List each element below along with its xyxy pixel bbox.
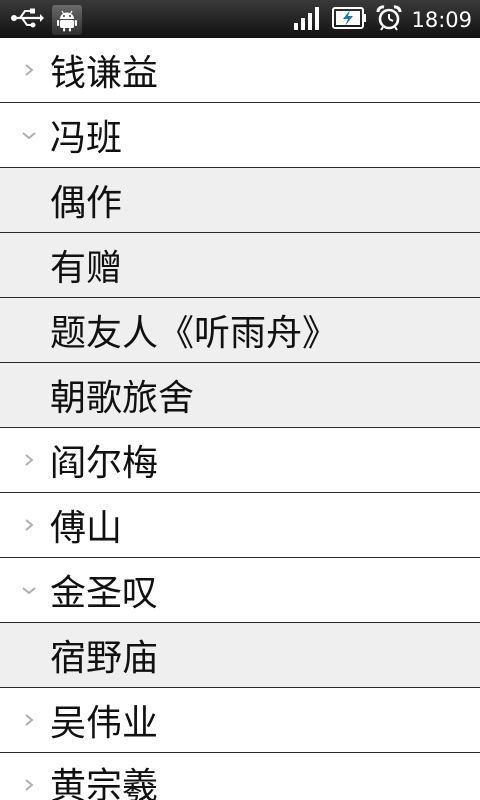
list-group-row[interactable]: 金圣叹 xyxy=(0,558,480,623)
list-child-label: 宿野庙 xyxy=(50,638,159,679)
chevron-down-icon xyxy=(20,580,38,600)
battery-charging-icon xyxy=(331,4,367,36)
status-time: 18:09 xyxy=(411,8,472,32)
list-group-label: 金圣叹 xyxy=(50,573,159,614)
list-group-label: 冯班 xyxy=(50,118,123,159)
list-group-label: 黄宗羲 xyxy=(50,766,159,800)
list-child-row[interactable]: 宿野庙 xyxy=(0,623,480,688)
chevron-right-icon xyxy=(20,775,38,795)
chevron-right-icon xyxy=(20,450,38,470)
chevron-right-icon xyxy=(20,60,38,80)
chevron-right-icon xyxy=(20,710,38,730)
list-child-label: 有赠 xyxy=(50,248,123,289)
list-group-label: 钱谦益 xyxy=(50,53,159,94)
list-child-label: 偶作 xyxy=(50,183,123,224)
android-debug-icon xyxy=(52,5,82,35)
list-group-label: 阎尔梅 xyxy=(50,443,159,484)
list-group-label: 傅山 xyxy=(50,508,123,549)
alarm-icon xyxy=(375,4,403,36)
list-child-row[interactable]: 朝歌旅舍 xyxy=(0,363,480,428)
list-group-label: 吴伟业 xyxy=(50,703,159,744)
list-group-row[interactable]: 钱谦益 xyxy=(0,38,480,103)
list-child-row[interactable]: 有赠 xyxy=(0,233,480,298)
list-group-row[interactable]: 吴伟业 xyxy=(0,688,480,753)
list-group-row[interactable]: 傅山 xyxy=(0,493,480,558)
list-group-row[interactable]: 黄宗羲 xyxy=(0,753,480,800)
list-child-label: 朝歌旅舍 xyxy=(50,378,195,419)
usb-icon xyxy=(10,4,44,36)
list-child-row[interactable]: 题友人《听雨舟》 xyxy=(0,298,480,363)
list-group-row[interactable]: 阎尔梅 xyxy=(0,428,480,493)
chevron-right-icon xyxy=(20,515,38,535)
list-child-row[interactable]: 偶作 xyxy=(0,168,480,233)
chevron-down-icon xyxy=(20,125,38,145)
list-child-label: 题友人《听雨舟》 xyxy=(50,313,339,354)
expandable-list[interactable]: 钱谦益 冯班 偶作 有赠 题友人《听雨舟》 朝歌旅舍 阎尔梅 傅山 金圣叹 宿野… xyxy=(0,38,480,800)
signal-icon xyxy=(293,4,323,36)
status-bar: 18:09 xyxy=(0,0,480,38)
list-group-row[interactable]: 冯班 xyxy=(0,103,480,168)
status-bar-right: 18:09 xyxy=(293,4,472,36)
status-bar-left xyxy=(10,4,82,36)
